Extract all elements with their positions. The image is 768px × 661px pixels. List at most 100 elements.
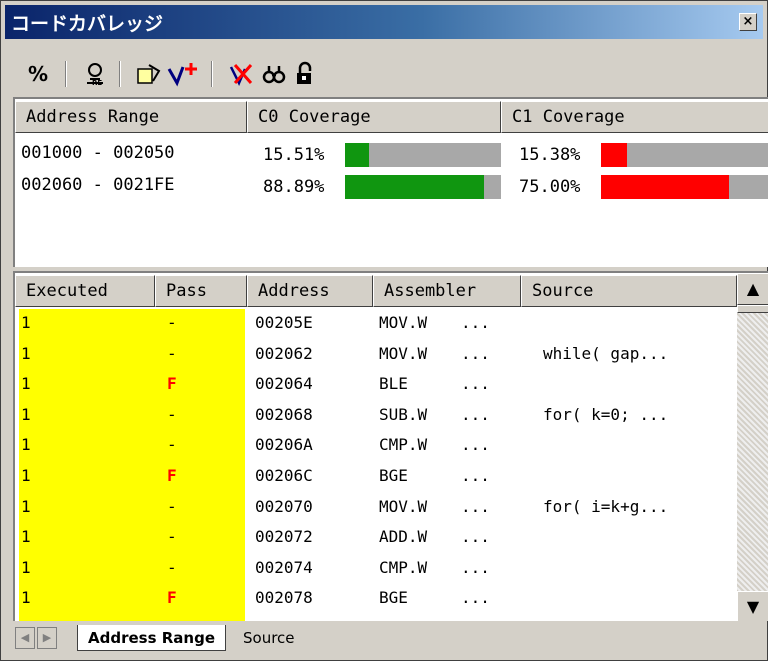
address-cell: 002078: [255, 588, 313, 608]
assembler-op-cell: CMP.W: [379, 435, 428, 455]
filter-button[interactable]: RE: [79, 59, 111, 89]
window-title: コードカバレッジ: [11, 13, 164, 35]
close-button[interactable]: ×: [739, 13, 757, 31]
vertical-scrollbar[interactable]: ▲ ▼: [737, 273, 768, 621]
executed-cell: 1: [21, 588, 31, 608]
find-button[interactable]: [259, 59, 289, 89]
source-cell: while( gap...: [543, 343, 669, 363]
executed-cell: 1: [21, 496, 31, 516]
pass-cell: -: [167, 404, 177, 424]
address-cell: 002064: [255, 374, 313, 394]
refresh-button[interactable]: [133, 59, 165, 89]
assembler-operand-cell: ...: [461, 588, 490, 608]
delete-button[interactable]: [225, 59, 257, 89]
pass-cell: F: [167, 466, 177, 485]
assembler-operand-cell: ...: [461, 343, 490, 363]
toolbar: % RE: [9, 57, 529, 91]
delete-icon: [229, 64, 253, 86]
executed-cell: 1: [21, 404, 31, 424]
c1-bar-track: [601, 175, 768, 199]
header-pass[interactable]: Pass: [155, 275, 247, 307]
toolbar-separator: [119, 61, 121, 87]
header-c0-coverage[interactable]: C0 Coverage: [247, 101, 501, 133]
c1-bar-track: [601, 143, 768, 167]
address-cell: 00205E: [255, 313, 313, 332]
assembler-op-cell: MOV.W: [379, 313, 428, 332]
assembler-operand-cell: ...: [461, 527, 490, 547]
pass-cell: F: [167, 588, 177, 608]
c1-percent: 75.00%: [519, 177, 581, 197]
pass-cell: -: [167, 527, 177, 547]
percent-button[interactable]: %: [23, 59, 53, 89]
executed-highlight: [19, 309, 245, 621]
address-cell: 00206C: [255, 466, 313, 485]
c0-bar-fill: [345, 175, 484, 199]
assembler-operand-cell: ...: [461, 374, 490, 394]
assembler-operand-cell: ...: [461, 404, 490, 424]
toolbar-separator: [211, 61, 213, 87]
c0-percent: 88.89%: [263, 177, 325, 197]
tab-source[interactable]: Source: [233, 625, 305, 651]
header-source[interactable]: Source: [521, 275, 737, 307]
c1-bar-fill: [601, 175, 729, 199]
add-range-icon: [167, 63, 197, 87]
assembler-op-cell: BLE: [379, 374, 408, 394]
executed-cell: 1: [21, 435, 31, 455]
address-cell: 002068: [255, 404, 313, 424]
header-address-range[interactable]: Address Range: [15, 101, 247, 133]
c0-bar-track: [345, 143, 501, 167]
pass-cell: -: [167, 343, 177, 363]
range-cell: 001000 - 002050: [21, 143, 175, 163]
assembler-op-cell: MOV.W: [379, 343, 428, 363]
scroll-up-button[interactable]: ▲: [737, 273, 768, 305]
address-cell: 002062: [255, 343, 313, 363]
pass-cell: F: [167, 374, 177, 394]
arrow-left-icon: ◀: [20, 631, 30, 644]
assembler-op-cell: BGE: [379, 588, 408, 608]
address-cell: 002070: [255, 496, 313, 516]
c1-bar-fill: [601, 143, 628, 167]
assembler-operand-cell: ...: [461, 557, 490, 577]
assembler-operand-cell: ...: [461, 466, 490, 485]
title-bar[interactable]: コードカバレッジ ×: [5, 5, 763, 39]
address-cell: 00206A: [255, 435, 313, 455]
arrow-down-icon: ▼: [746, 597, 760, 616]
c1-percent: 15.38%: [519, 145, 581, 165]
assembler-op-cell: MOV.W: [379, 496, 428, 516]
assembler-op-cell: SUB.W: [379, 404, 428, 424]
scroll-down-button[interactable]: ▼: [737, 591, 768, 621]
assembler-op-cell: ADD.W: [379, 527, 428, 547]
range-cell: 002060 - 0021FE: [21, 175, 175, 195]
source-cell: for( i=k+g...: [543, 496, 669, 516]
header-c1-coverage[interactable]: C1 Coverage: [501, 101, 768, 133]
c0-percent: 15.51%: [263, 145, 325, 165]
executed-cell: 1: [21, 343, 31, 363]
header-assembler[interactable]: Assembler: [373, 275, 521, 307]
assembler-operand-cell: ...: [461, 496, 490, 516]
tab-scroll-right-button[interactable]: ▶: [37, 627, 57, 649]
c0-bar-track: [345, 175, 501, 199]
percent-icon: %: [27, 62, 49, 86]
assembler-operand-cell: ...: [461, 435, 490, 455]
header-executed[interactable]: Executed: [15, 275, 155, 307]
c0-bar-fill: [345, 143, 370, 167]
source-cell: for( k=0; ...: [543, 404, 669, 424]
executed-cell: 1: [21, 313, 31, 332]
executed-cell: 1: [21, 374, 31, 394]
address-range-table: Address Range C0 Coverage C1 Coverage 00…: [13, 97, 768, 267]
code-coverage-window: コードカバレッジ × % RE Address Range C0 Coverag…: [0, 0, 768, 661]
toolbar-separator: [65, 61, 67, 87]
pass-cell: -: [167, 435, 177, 455]
header-address[interactable]: Address: [247, 275, 373, 307]
scroll-thumb[interactable]: [737, 305, 768, 313]
arrow-right-icon: ▶: [42, 631, 52, 644]
address-cell: 002072: [255, 527, 313, 547]
executed-cell: 1: [21, 557, 31, 577]
tab-scroll-left-button[interactable]: ◀: [15, 627, 35, 649]
assembler-operand-cell: ...: [461, 313, 490, 332]
tab-address-range[interactable]: Address Range: [77, 625, 226, 651]
assembler-op-cell: CMP.W: [379, 557, 428, 577]
executed-cell: 1: [21, 527, 31, 547]
lock-button[interactable]: [291, 59, 321, 89]
add-range-button[interactable]: [165, 59, 201, 89]
